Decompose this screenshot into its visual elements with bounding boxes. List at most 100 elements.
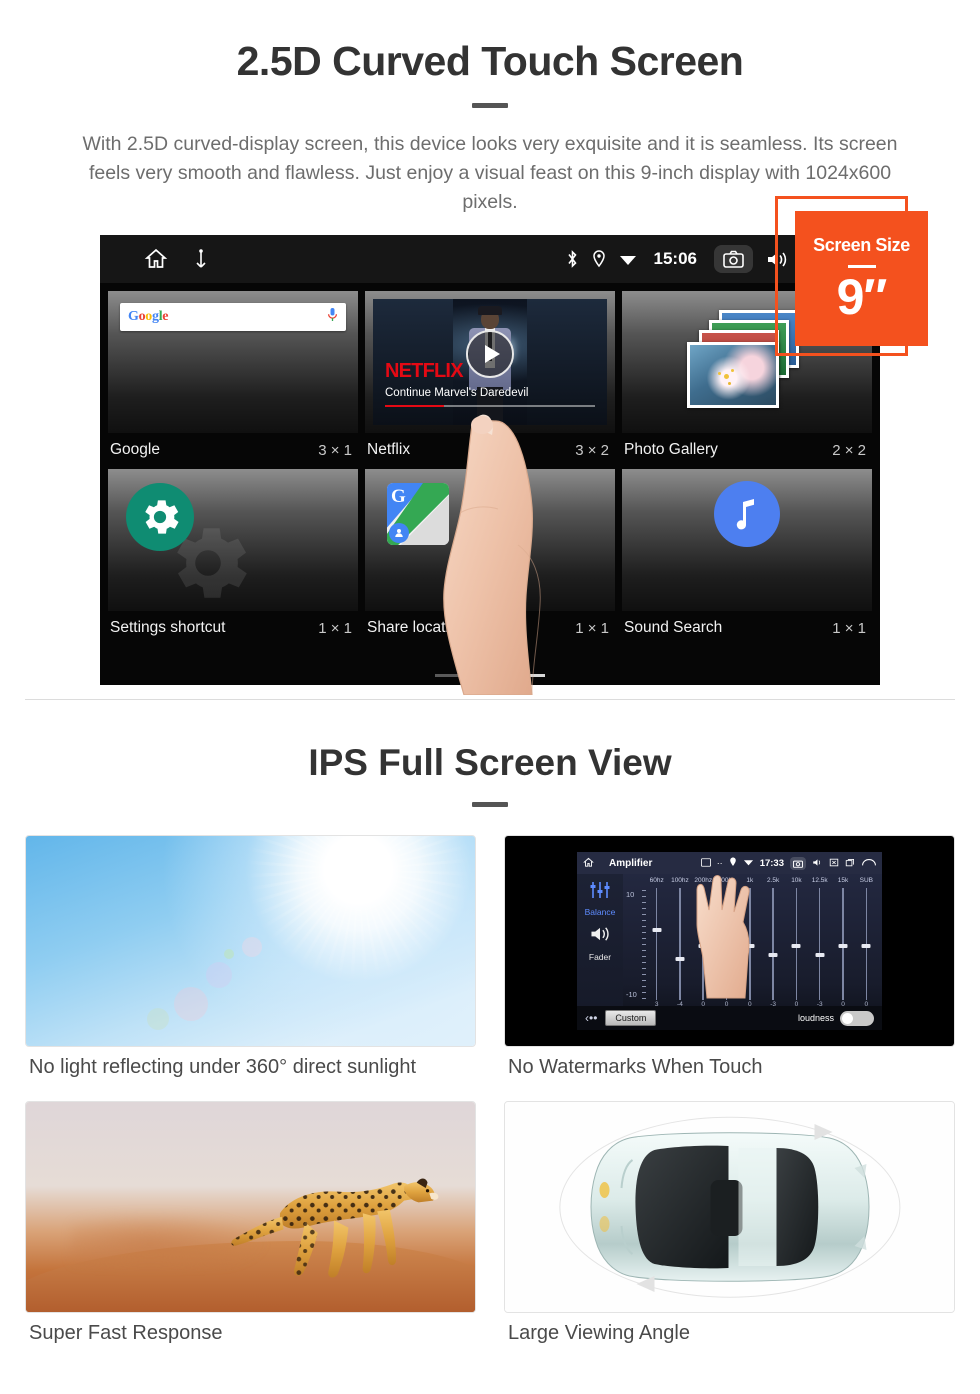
widget-row-1: Google Google 3 × 1 NETFLIX Continue Mar…	[108, 291, 872, 469]
preset-button[interactable]: Custom	[605, 1010, 657, 1026]
google-search-widget[interactable]: Google	[108, 291, 358, 433]
widget-size: 3 × 1	[318, 441, 352, 459]
sliders-icon[interactable]	[589, 881, 611, 904]
sunlight-sky-photo	[25, 835, 476, 1047]
recents-icon[interactable]	[845, 858, 856, 869]
title-divider	[472, 103, 508, 108]
widget-label-row: Google 3 × 1	[108, 433, 358, 469]
cheetah-silhouette	[231, 1178, 439, 1278]
bluetooth-icon	[566, 250, 579, 268]
camera-icon[interactable]	[714, 245, 753, 273]
eq-slider[interactable]	[831, 888, 854, 1000]
band-label: SUB	[859, 877, 873, 884]
widget-google[interactable]: Google Google 3 × 1	[108, 291, 358, 469]
back-arrow-icon[interactable]: ‹••	[585, 1011, 597, 1025]
netflix-logo: NETFLIX	[385, 360, 464, 382]
card-caption: Large Viewing Angle	[508, 1322, 690, 1344]
home-icon[interactable]	[144, 247, 168, 271]
sdcard-icon	[700, 857, 711, 869]
eq-slider[interactable]	[645, 888, 668, 1000]
curved-touch-screen-section: 2.5D Curved Touch Screen With 2.5D curve…	[0, 0, 980, 700]
feature-card-grid: No light reflecting under 360° direct su…	[25, 835, 955, 1357]
widget-label-row: Settings shortcut 1 × 1	[108, 611, 358, 647]
netflix-widget[interactable]: NETFLIX Continue Marvel's Daredevil	[365, 291, 615, 433]
widget-label-row: Sound Search 1 × 1	[622, 611, 872, 647]
band-label: 12.5k	[811, 877, 828, 884]
feature-card-viewing-angle: Large Viewing Angle	[504, 1101, 955, 1357]
progress-bar	[385, 404, 595, 407]
widget-settings-shortcut[interactable]: Settings shortcut 1 × 1	[108, 469, 358, 647]
band-label: 10k	[791, 877, 802, 884]
music-note-icon[interactable]	[714, 481, 780, 547]
balance-label[interactable]: Balance	[585, 907, 616, 917]
section2-title-divider	[472, 802, 508, 807]
netflix-caption: Continue Marvel's Daredevil	[385, 387, 529, 399]
amplifier-time: 17:33	[759, 857, 784, 869]
close-icon[interactable]	[829, 858, 839, 869]
widget-size: 1 × 1	[832, 619, 866, 637]
widget-size: 1 × 1	[318, 619, 352, 637]
band-label: 60hz	[649, 877, 664, 884]
widget-label-row: Photo Gallery 2 × 2	[622, 433, 872, 469]
google-search-bar[interactable]: Google	[120, 303, 346, 331]
loudness-control[interactable]: loudness	[797, 1010, 874, 1026]
share-location-widget[interactable]: G	[365, 469, 615, 611]
widget-size: 1 × 1	[575, 619, 609, 637]
speaker-icon[interactable]	[589, 925, 611, 948]
play-icon[interactable]	[466, 330, 514, 379]
widget-size: 2 × 2	[832, 441, 866, 459]
widget-name: Photo Gallery	[624, 441, 718, 458]
loudness-label: loudness	[797, 1013, 834, 1023]
widget-name: Google	[110, 441, 160, 458]
page-dot-3[interactable]	[515, 674, 545, 677]
band-label: 15k	[837, 877, 849, 884]
settings-widget[interactable]	[108, 469, 358, 611]
sound-search-widget[interactable]	[622, 469, 872, 611]
card-caption: No light reflecting under 360° direct su…	[29, 1056, 417, 1078]
scale-top: 10	[626, 890, 635, 899]
eq-slider[interactable]	[785, 888, 808, 1000]
gear-icon[interactable]	[126, 483, 194, 551]
widget-sound-search[interactable]: Sound Search 1 × 1	[622, 469, 872, 647]
google-maps-icon[interactable]: G	[387, 483, 449, 545]
page-dot-2[interactable]	[475, 674, 505, 677]
home-icon[interactable]	[583, 857, 594, 870]
touching-hand-illustration	[696, 875, 750, 999]
fader-label[interactable]: Fader	[589, 952, 611, 962]
eq-slider[interactable]	[808, 888, 831, 1000]
car-graphic	[590, 1124, 870, 1292]
feature-card-amplifier: Amplifier ·· 17:33 Balance Fader 60hz 10…	[504, 835, 955, 1091]
volume-icon[interactable]	[812, 858, 823, 869]
badge-value: 9″	[836, 269, 888, 325]
amplifier-screen: Amplifier ·· 17:33 Balance Fader 60hz 10…	[577, 852, 882, 1030]
widget-label-row: Netflix 3 × 2	[365, 433, 615, 469]
feature-card-sunlight: No light reflecting under 360° direct su…	[25, 835, 476, 1091]
screen-size-badge: Screen Size 9″	[795, 211, 928, 346]
page-dot-1[interactable]	[435, 674, 465, 677]
widget-picker-grid: Google Google 3 × 1 NETFLIX Continue Mar…	[100, 283, 880, 647]
back-arrow-icon[interactable]	[862, 858, 876, 869]
page-indicator[interactable]	[435, 674, 545, 677]
page-title: 2.5D Curved Touch Screen	[236, 38, 744, 84]
eq-slider[interactable]	[855, 888, 878, 1000]
widget-size: 3 × 2	[575, 441, 609, 459]
badge-title: Screen Size	[813, 235, 910, 255]
card-caption: No Watermarks When Touch	[508, 1056, 763, 1078]
usb-icon[interactable]	[192, 249, 210, 269]
car-top-view-illustration	[504, 1101, 955, 1313]
camera-icon[interactable]	[790, 856, 806, 870]
ips-full-screen-section: IPS Full Screen View No light reflecting…	[0, 700, 980, 1357]
wifi-icon	[619, 252, 637, 266]
widget-netflix[interactable]: NETFLIX Continue Marvel's Daredevil Netf…	[365, 291, 615, 469]
widget-label-row: Share location 1 × 1	[365, 611, 615, 647]
android-status-bar: 15:06	[100, 235, 880, 283]
amplifier-title: Amplifier	[609, 857, 653, 869]
widget-name: Share location	[367, 619, 467, 636]
running-cheetah-photo	[25, 1101, 476, 1313]
microphone-icon[interactable]	[327, 307, 338, 327]
amplifier-screenshot: Amplifier ·· 17:33 Balance Fader 60hz 10…	[504, 835, 955, 1047]
loudness-toggle[interactable]	[840, 1010, 874, 1026]
widget-share-location[interactable]: G Share location 1 × 1	[365, 469, 615, 647]
widget-name: Sound Search	[624, 619, 723, 636]
widget-name: Settings shortcut	[110, 619, 226, 636]
